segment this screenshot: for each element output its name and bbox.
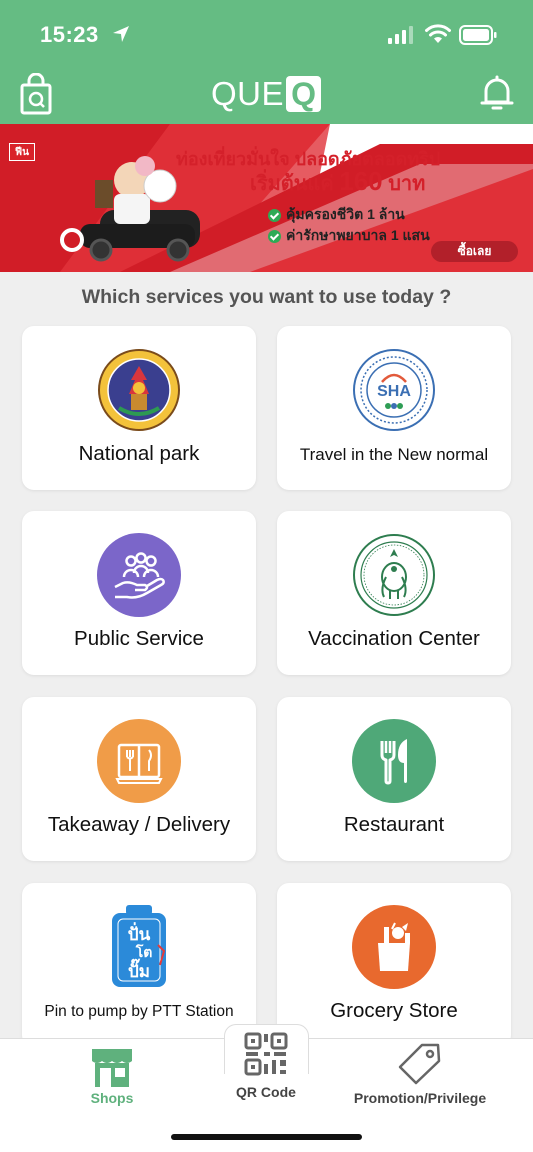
banner-bullet-2-text: ค่ารักษาพยาบาล 1 แสน (286, 227, 430, 243)
tab-label-shops: Shops (90, 1090, 134, 1106)
banner-bullet-1: คุ้มครองชีวิต 1 ล้าน (268, 204, 405, 226)
service-card-vaccination-center[interactable]: Vaccination Center (277, 511, 511, 675)
service-card-grocery-store[interactable]: Grocery Store (277, 883, 511, 1047)
pin-to-pump-logo-icon: ปั่น โต ปั๊ม (97, 905, 181, 989)
service-label: Restaurant (343, 813, 445, 836)
tab-shops[interactable]: Shops (62, 1040, 162, 1120)
service-card-takeaway-delivery[interactable]: Takeaway / Delivery (22, 697, 256, 861)
pin-logo-line3: ปั๊ม (128, 958, 150, 982)
banner-price-line: เริ่มต้นแค่ 160 บาท (250, 166, 425, 199)
bangkok-seal-icon (353, 534, 435, 616)
check-circle-icon (268, 229, 281, 243)
banner-bullet-1-text: คุ้มครองชีวิต 1 ล้าน (286, 206, 405, 222)
logo-text: QUE (211, 75, 285, 112)
tab-label-qr-code: QR Code (236, 1084, 296, 1100)
wifi-icon (425, 24, 451, 43)
service-card-pin-to-pump[interactable]: ปั่น โต ปั๊ม Pin to pump by PTT Station (22, 883, 256, 1047)
service-label: Travel in the New normal (299, 445, 489, 464)
queq-logo: QUE Q (211, 75, 322, 112)
home-indicator (171, 1134, 362, 1140)
battery-icon (459, 25, 497, 45)
app-header: 15:23 QUE Q (0, 0, 533, 124)
tab-label-promotion: Promotion/Privilege (353, 1090, 487, 1106)
price-tag-icon (398, 1043, 441, 1085)
menu-book-icon (97, 719, 181, 803)
status-bar: 15:23 (0, 0, 533, 66)
service-label: Public Service (74, 627, 204, 650)
services-question: Which services you want to use today ? (81, 286, 452, 308)
service-label: Grocery Store (330, 999, 458, 1022)
pin-logo-line1: ปั่น (128, 922, 151, 945)
ptt-station-logo: ปั่น โต ปั๊ม (112, 905, 166, 987)
status-time: 15:23 (40, 22, 99, 47)
sha-text: SHA (377, 383, 411, 400)
national-park-emblem-icon (98, 349, 180, 431)
fork-knife-icon (352, 719, 436, 803)
service-card-national-park[interactable]: National park (22, 326, 256, 490)
storefront-icon (92, 1049, 132, 1087)
banner-bullet-2: ค่ารักษาพยาบาล 1 แสน (268, 225, 430, 247)
hand-with-people-icon (97, 533, 181, 617)
service-card-travel-new-normal[interactable]: SHA Travel in the New normal (277, 326, 511, 490)
service-label: Takeaway / Delivery (47, 813, 231, 836)
service-card-restaurant[interactable]: Restaurant (277, 697, 511, 861)
bell-icon[interactable] (480, 74, 514, 114)
banner-price-suffix: บาท (388, 173, 426, 195)
cellular-signal-icon (388, 26, 413, 44)
sha-badge-icon: SHA (353, 349, 435, 431)
grocery-bag-icon (352, 905, 436, 989)
pin-logo-line2: โต (135, 943, 153, 961)
location-arrow-icon (113, 26, 129, 42)
tab-promotion-privilege[interactable]: Promotion/Privilege (338, 1040, 502, 1120)
shopping-bag-icon[interactable] (20, 73, 52, 115)
service-card-public-service[interactable]: Public Service (22, 511, 256, 675)
service-label: National park (78, 442, 200, 465)
banner-brand-tag: ฟีน (9, 143, 35, 161)
check-circle-icon (268, 208, 281, 222)
service-label: Vaccination Center (308, 627, 480, 650)
banner-buy-button[interactable]: ซื้อเลย (431, 241, 518, 262)
service-label: Pin to pump by PTT Station (44, 1003, 234, 1020)
tab-qr-code[interactable]: QR Code (216, 1030, 316, 1110)
qr-code-icon (244, 1032, 288, 1076)
banner-price-prefix: เริ่มต้นแค่ (250, 173, 334, 195)
banner-price: 160 (339, 166, 383, 196)
logo-q-box: Q (286, 76, 322, 112)
